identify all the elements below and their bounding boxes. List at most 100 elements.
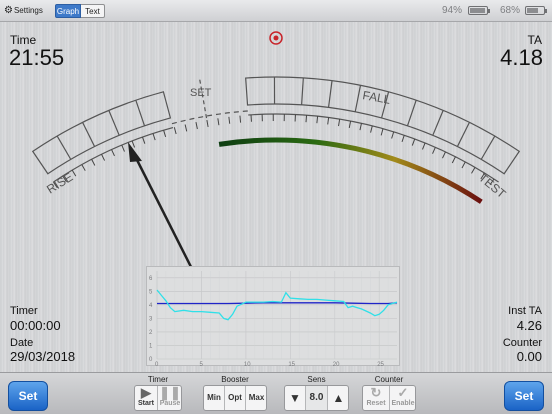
battery-icon	[468, 6, 490, 15]
time-value: 21:55	[9, 45, 65, 70]
settings-button[interactable]: ⚙Settings	[4, 4, 52, 18]
dial-tick	[380, 128, 384, 136]
sens-group-title: Sens	[307, 375, 326, 384]
counter-group-title: Counter	[374, 375, 404, 384]
dial-tick	[217, 118, 220, 126]
dial-label-set: SET	[190, 87, 212, 99]
dial-tick	[184, 124, 188, 132]
counter-label: Counter	[502, 337, 542, 349]
dial-tick	[228, 116, 231, 124]
pause-icon: ❚❚	[159, 385, 181, 400]
timer-start-button[interactable]: ▶ Start	[135, 386, 158, 410]
booster-opt-button[interactable]: Opt	[225, 386, 246, 410]
set-button-left[interactable]: Set	[8, 381, 48, 411]
graph-y-tick: 4	[149, 303, 153, 309]
tab-text[interactable]: Text	[81, 4, 105, 18]
inst-ta-value: 4.26	[516, 318, 542, 333]
dial-tick	[101, 154, 106, 161]
ta-value: 4.18	[500, 45, 543, 70]
tab-graph[interactable]: Graph	[55, 4, 81, 18]
counter-controls: ↻ Reset ✓ Enable	[362, 385, 416, 411]
date-label: Date	[10, 337, 34, 349]
battery-fill-primary	[470, 8, 486, 13]
dial-label-test: TEST	[476, 171, 509, 202]
graph-x-tick: 20	[333, 362, 340, 367]
dial-tick	[142, 136, 146, 144]
counter-enable-label: Enable	[391, 400, 415, 407]
graph-series-line-1	[157, 302, 398, 305]
dial-tick	[163, 130, 167, 138]
booster-max-button[interactable]: Max	[246, 386, 267, 410]
ta-graph-svg: 0 1 2 3 4 5 6 0 5 10 15 20 25	[149, 271, 398, 367]
inst-ta-label: Inst TA	[508, 305, 542, 317]
counter-value: 0.00	[516, 349, 542, 364]
triangle-down-icon: ▼	[289, 391, 301, 405]
set-button-right[interactable]: Set	[504, 381, 544, 411]
dial-tick	[451, 156, 456, 164]
bottom-toolbar: Set Timer ▶ Start ❚❚ Pause Booster Min Opt…	[0, 372, 552, 414]
battery-percentage-primary: 94%	[442, 5, 463, 16]
booster-min-button[interactable]: Min	[204, 386, 225, 410]
graph-y-tick: 1	[149, 343, 153, 349]
meter-dial: RISE SET FALL TEST	[31, 31, 521, 272]
graph-y-tick: 3	[149, 316, 153, 322]
sens-value: 8.0	[306, 386, 328, 410]
dial-tick	[442, 151, 446, 159]
dial-tick	[411, 138, 416, 146]
graph-y-tick: 5	[149, 289, 153, 295]
timer-pause-button[interactable]: ❚❚ Pause	[158, 386, 182, 410]
dial-tick	[152, 133, 156, 141]
graph-x-tick: 5	[199, 362, 203, 367]
dial-tick	[432, 147, 436, 154]
dial-tick	[121, 144, 125, 152]
counter-enable-button[interactable]: ✓ Enable	[390, 386, 416, 410]
date-value: 29/03/2018	[10, 349, 76, 364]
battery-percentage-secondary: 68%	[500, 5, 521, 16]
dial-tick	[173, 127, 177, 135]
target-icon[interactable]	[269, 31, 283, 45]
booster-group-title: Booster	[221, 375, 249, 384]
battery-fill-secondary	[527, 8, 538, 13]
gear-icon: ⚙	[4, 5, 13, 16]
graph-x-tick: 0	[155, 362, 159, 367]
dial-tick	[391, 131, 395, 139]
dial-tick	[316, 116, 319, 124]
triangle-up-icon: ▲	[332, 391, 345, 405]
refresh-icon: ↻	[370, 385, 382, 400]
counter-reset-button[interactable]: ↻ Reset	[363, 386, 390, 410]
sens-increase-button[interactable]: ▲	[328, 386, 349, 410]
dial-tick	[422, 142, 426, 150]
timer-group-title: Timer	[147, 375, 169, 384]
sens-decrease-button[interactable]: ▼	[285, 386, 306, 410]
timer-start-label: Start	[138, 400, 154, 407]
graph-x-tick: 10	[244, 362, 251, 367]
dial-tick	[370, 125, 373, 133]
dial-tick	[461, 161, 466, 169]
dial-tick	[359, 123, 362, 131]
dial-tick	[327, 117, 330, 125]
ta-graph: 0 1 2 3 4 5 6 0 5 10 15 20 25	[146, 266, 400, 367]
dial-tick	[338, 119, 341, 127]
timer-controls: ▶ Start ❚❚ Pause	[134, 385, 182, 411]
dial-tick	[91, 159, 96, 166]
timer-value: 00:00:00	[10, 318, 61, 333]
dial-tick	[239, 115, 242, 123]
meter-needle	[132, 153, 195, 272]
dial-set-dash	[171, 110, 248, 125]
graph-x-tick: 15	[288, 362, 295, 367]
graph-x-tick: 25	[377, 362, 384, 367]
dial-tick	[111, 149, 115, 157]
dial-tick	[348, 120, 352, 129]
dial-range-arc	[218, 137, 483, 204]
timer-pause-label: Pause	[159, 400, 181, 407]
checkmark-icon: ✓	[397, 385, 409, 400]
dial-tick	[401, 135, 405, 143]
dial-tick	[195, 122, 198, 130]
battery-icon	[525, 6, 547, 15]
dial-tick	[471, 167, 476, 174]
booster-controls: Min Opt Max	[203, 385, 267, 411]
dial-tick	[206, 119, 209, 128]
graph-y-tick: 0	[149, 357, 153, 363]
graph-y-tick: 2	[149, 330, 153, 336]
dial-tick	[131, 140, 136, 148]
